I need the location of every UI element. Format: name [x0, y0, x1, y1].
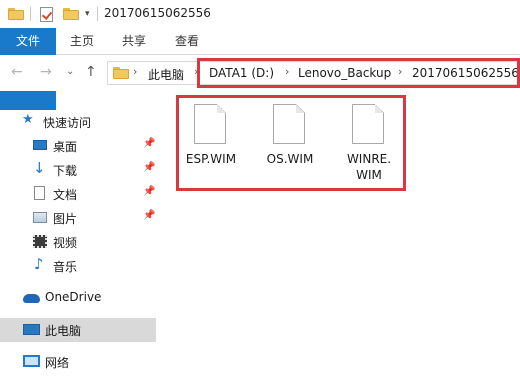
- file-icon: [194, 104, 226, 144]
- properties-icon[interactable]: [40, 5, 53, 23]
- picture-icon: [33, 212, 47, 223]
- file-item[interactable]: WINRE.WIM: [334, 104, 404, 186]
- sidebar-item-label: 此电脑: [45, 324, 82, 338]
- back-arrow-icon[interactable]: ←: [11, 64, 23, 80]
- sidebar-item-music[interactable]: ♪ 音乐: [0, 255, 156, 277]
- new-folder-icon[interactable]: [63, 5, 79, 23]
- network-icon: [23, 355, 40, 367]
- breadcrumb-this-pc[interactable]: 此电脑: [148, 66, 184, 83]
- file-icon: [352, 104, 384, 144]
- file-list: ESP.WIM OS.WIM WINRE.WIM: [158, 92, 520, 378]
- file-name: OS.WIM: [266, 152, 314, 166]
- chevron-right-icon[interactable]: ›: [133, 65, 137, 78]
- title-bar: ▾ 20170615062556: [0, 0, 520, 28]
- sidebar-item-desktop[interactable]: 桌面 📌: [0, 135, 156, 157]
- sidebar-item-network[interactable]: 网络: [0, 351, 156, 373]
- file-icon: [273, 104, 305, 144]
- up-arrow-icon[interactable]: ↑: [85, 64, 97, 80]
- sidebar-item-downloads[interactable]: ↓ 下载 📌: [0, 159, 156, 181]
- sidebar-item-label: 视频: [53, 236, 78, 250]
- navigation-pane: ★ 快速访问 桌面 📌 ↓ 下载 📌 文档 📌 图片 📌 视频 ♪ 音乐 One…: [0, 92, 158, 378]
- download-icon: ↓: [33, 159, 46, 177]
- tab-view[interactable]: 查看: [163, 28, 211, 54]
- sidebar-item-this-pc[interactable]: 此电脑: [0, 318, 156, 342]
- sidebar-item-documents[interactable]: 文档 📌: [0, 183, 156, 205]
- sidebar-item-label: 文档: [53, 188, 78, 202]
- address-highlight-box: [197, 58, 520, 88]
- window-title: 20170615062556: [104, 6, 211, 20]
- recent-locations-chevron-icon[interactable]: ⌄: [66, 66, 74, 77]
- file-name: ESP.WIM: [185, 152, 237, 166]
- tab-share[interactable]: 共享: [110, 28, 158, 54]
- pin-icon[interactable]: 📌: [143, 162, 155, 173]
- divider: [30, 7, 31, 21]
- sidebar-item-label: 桌面: [53, 140, 78, 154]
- customize-toolbar-button[interactable]: ▾: [85, 5, 90, 23]
- sidebar-item-quick-access[interactable]: ★ 快速访问: [0, 111, 156, 133]
- desktop-icon: [33, 140, 47, 150]
- folder-icon: [113, 67, 129, 79]
- sidebar-item-label: OneDrive: [45, 290, 102, 304]
- sidebar-item-videos[interactable]: 视频: [0, 231, 156, 253]
- cloud-icon: [23, 294, 40, 303]
- file-name: WINRE.WIM: [346, 152, 392, 182]
- folder-icon: [8, 5, 24, 23]
- file-item[interactable]: ESP.WIM: [176, 104, 246, 186]
- sidebar-item-label: 图片: [53, 212, 78, 226]
- tab-home[interactable]: 主页: [58, 28, 106, 54]
- pin-icon[interactable]: 📌: [143, 138, 155, 149]
- music-icon: ♪: [34, 255, 44, 273]
- sidebar-item-label: 音乐: [53, 260, 78, 274]
- pin-icon[interactable]: 📌: [143, 186, 155, 197]
- navigation-bar: ← → ⌄ ↑ › 此电脑 › DATA1 (D:) › Lenovo_Back…: [0, 55, 520, 91]
- divider: [97, 7, 98, 21]
- sidebar-item-label: 快速访问: [43, 116, 92, 130]
- pin-icon[interactable]: 📌: [143, 210, 155, 221]
- computer-icon: [23, 324, 40, 335]
- ribbon: 文件 主页 共享 查看: [0, 28, 520, 110]
- video-icon: [33, 235, 47, 248]
- sidebar-item-onedrive[interactable]: OneDrive: [0, 287, 156, 309]
- sidebar-item-pictures[interactable]: 图片 📌: [0, 207, 156, 229]
- sidebar-item-label: 网络: [45, 356, 70, 370]
- forward-arrow-icon[interactable]: →: [40, 64, 52, 80]
- sidebar-item-label: 下载: [53, 164, 78, 178]
- star-icon: ★: [22, 112, 34, 127]
- file-item[interactable]: OS.WIM: [255, 104, 325, 186]
- document-icon: [34, 186, 45, 200]
